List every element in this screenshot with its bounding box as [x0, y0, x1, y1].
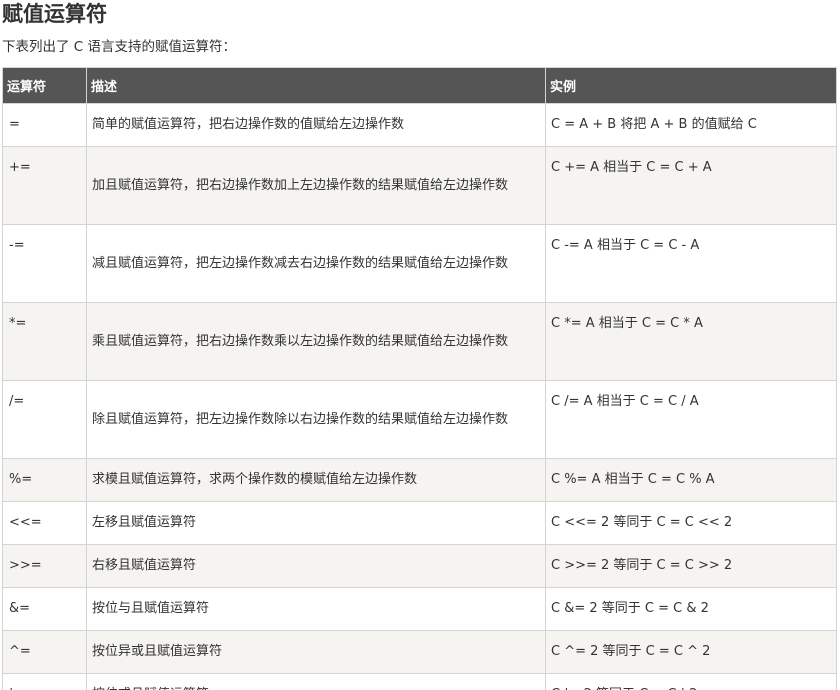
description-cell: 按位或且赋值运算符: [86, 673, 546, 690]
description-cell: 按位与且赋值运算符: [86, 587, 546, 631]
table-row: >>= 右移且赋值运算符 C >>= 2 等同于 C = C >> 2: [2, 544, 837, 588]
example-cell: C *= A 相当于 C = C * A: [545, 302, 837, 381]
table-row: -= 减且赋值运算符，把左边操作数减去右边操作数的结果赋值给左边操作数 C -=…: [2, 224, 837, 303]
operator-cell: |=: [2, 673, 87, 690]
example-cell: C /= A 相当于 C = C / A: [545, 380, 837, 459]
operator-cell: +=: [2, 146, 87, 225]
example-cell: C ^= 2 等同于 C = C ^ 2: [545, 630, 837, 674]
operator-cell: <<=: [2, 501, 87, 545]
operator-cell: &=: [2, 587, 87, 631]
document-page: 赋值运算符 下表列出了 C 语言支持的赋值运算符： 运算符 描述 实例 = 简单…: [0, 0, 840, 690]
operator-cell: %=: [2, 458, 87, 502]
description-cell: 右移且赋值运算符: [86, 544, 546, 588]
description-cell: 求模且赋值运算符，求两个操作数的模赋值给左边操作数: [86, 458, 546, 502]
table-row: |= 按位或且赋值运算符 C |= 2 等同于 C = C | 2: [2, 673, 837, 690]
description-cell: 简单的赋值运算符，把右边操作数的值赋给左边操作数: [86, 103, 546, 147]
table-row: *= 乘且赋值运算符，把右边操作数乘以左边操作数的结果赋值给左边操作数 C *=…: [2, 302, 837, 381]
description-cell: 加且赋值运算符，把右边操作数加上左边操作数的结果赋值给左边操作数: [86, 146, 546, 225]
operator-cell: =: [2, 103, 87, 147]
intro-text: 下表列出了 C 语言支持的赋值运算符：: [2, 39, 237, 55]
example-cell: C >>= 2 等同于 C = C >> 2: [545, 544, 837, 588]
table-row: /= 除且赋值运算符，把左边操作数除以右边操作数的结果赋值给左边操作数 C /=…: [2, 380, 837, 459]
example-cell: C += A 相当于 C = C + A: [545, 146, 837, 225]
description-cell: 左移且赋值运算符: [86, 501, 546, 545]
example-cell: C -= A 相当于 C = C - A: [545, 224, 837, 303]
description-cell: 减且赋值运算符，把左边操作数减去右边操作数的结果赋值给左边操作数: [86, 224, 546, 303]
operator-cell: ^=: [2, 630, 87, 674]
operator-cell: /=: [2, 380, 87, 459]
table-row: = 简单的赋值运算符，把右边操作数的值赋给左边操作数 C = A + B 将把 …: [2, 103, 837, 147]
operator-cell: >>=: [2, 544, 87, 588]
operator-cell: *=: [2, 302, 87, 381]
description-cell: 除且赋值运算符，把左边操作数除以右边操作数的结果赋值给左边操作数: [86, 380, 546, 459]
description-cell: 按位异或且赋值运算符: [86, 630, 546, 674]
example-cell: C %= A 相当于 C = C % A: [545, 458, 837, 502]
description-cell: 乘且赋值运算符，把右边操作数乘以左边操作数的结果赋值给左边操作数: [86, 302, 546, 381]
table-row: %= 求模且赋值运算符，求两个操作数的模赋值给左边操作数 C %= A 相当于 …: [2, 458, 837, 502]
table-row: += 加且赋值运算符，把右边操作数加上左边操作数的结果赋值给左边操作数 C +=…: [2, 146, 837, 225]
page-title: 赋值运算符: [2, 2, 107, 26]
example-cell: C &= 2 等同于 C = C & 2: [545, 587, 837, 631]
example-cell: C |= 2 等同于 C = C | 2: [545, 673, 837, 690]
operator-cell: -=: [2, 224, 87, 303]
example-cell: C <<= 2 等同于 C = C << 2: [545, 501, 837, 545]
assignment-operators-table: 运算符 描述 实例 = 简单的赋值运算符，把右边操作数的值赋给左边操作数 C =…: [2, 67, 837, 690]
table-row: &= 按位与且赋值运算符 C &= 2 等同于 C = C & 2: [2, 587, 837, 631]
table-row: ^= 按位异或且赋值运算符 C ^= 2 等同于 C = C ^ 2: [2, 630, 837, 674]
example-cell: C = A + B 将把 A + B 的值赋给 C: [545, 103, 837, 147]
header-description: 描述: [86, 67, 546, 104]
table-row: <<= 左移且赋值运算符 C <<= 2 等同于 C = C << 2: [2, 501, 837, 545]
table-header-row: 运算符 描述 实例: [2, 67, 837, 104]
header-operator: 运算符: [2, 67, 87, 104]
header-example: 实例: [545, 67, 837, 104]
